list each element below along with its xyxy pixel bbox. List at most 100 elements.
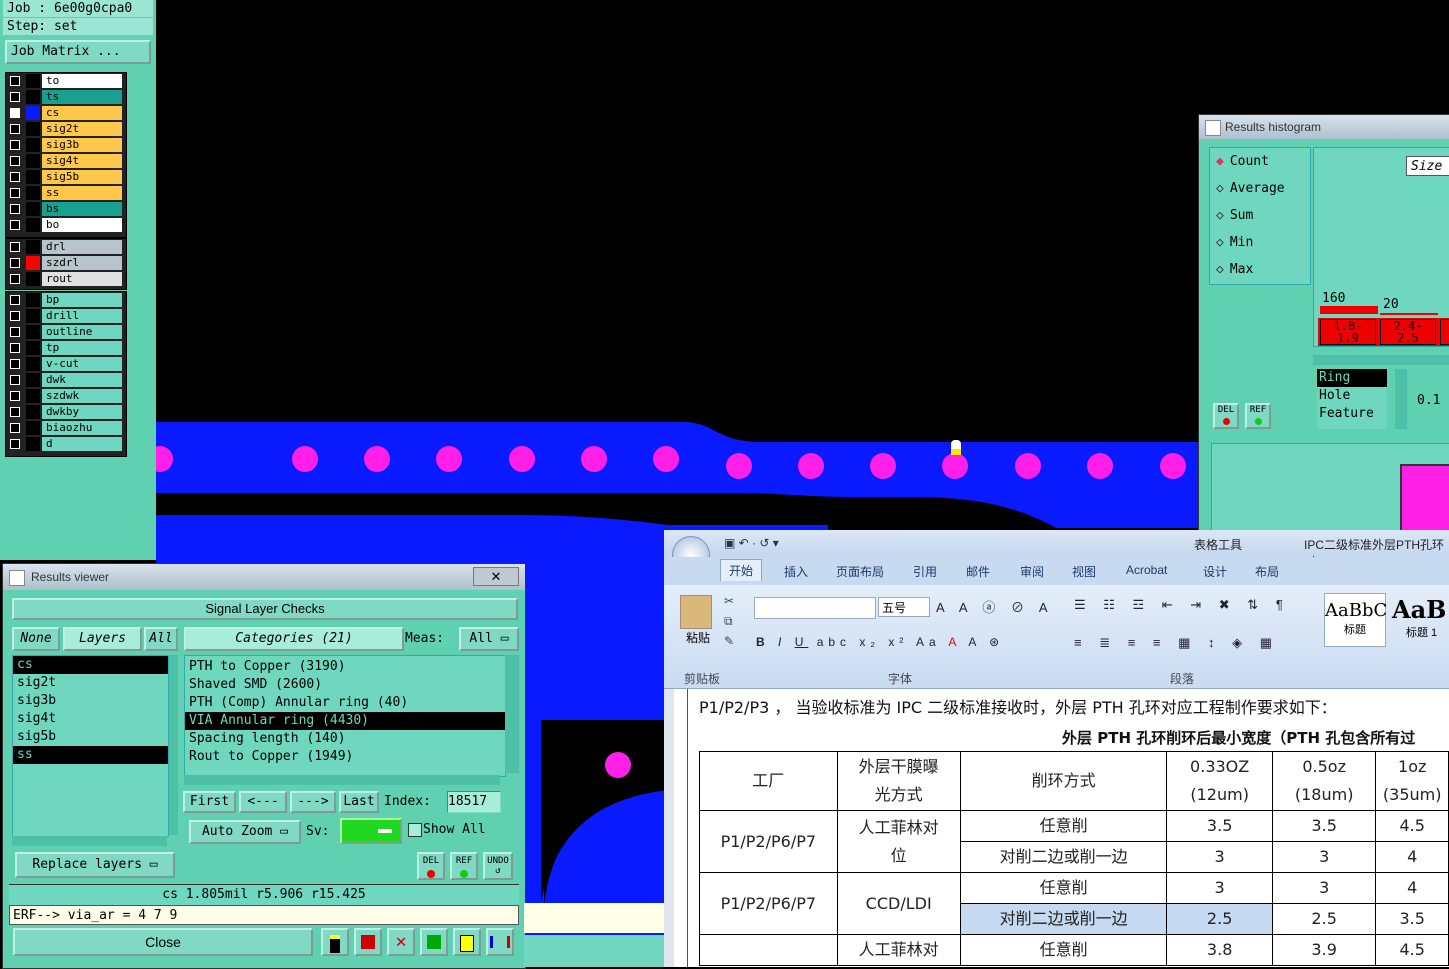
replace-layers-dropdown[interactable]: Replace layers ▭: [15, 852, 175, 878]
via-pad[interactable]: [364, 446, 390, 472]
histogram-titlebar[interactable]: Results histogram: [1199, 115, 1449, 139]
style-gallery-item-2[interactable]: AaB 标题 1: [1392, 593, 1449, 645]
layer-row[interactable]: dwkby: [6, 404, 126, 420]
via-pad[interactable]: [509, 446, 535, 472]
layer-row[interactable]: bp: [6, 292, 126, 308]
field-list-scrollbar[interactable]: [1395, 369, 1407, 429]
via-pad[interactable]: [581, 446, 607, 472]
word-titlebar[interactable]: ▣ ↶ · ↺ ▾ 表格工具 IPC二级标准外层PTH孔环对: [664, 530, 1449, 574]
layer-row[interactable]: outline: [6, 324, 126, 340]
layer-row[interactable]: szdwk: [6, 388, 126, 404]
via-pad[interactable]: [726, 453, 752, 479]
via-pad[interactable]: [1015, 453, 1041, 479]
all-button[interactable]: All: [144, 627, 178, 651]
aggregation-option[interactable]: ◇ Min: [1216, 235, 1253, 250]
category-result-item[interactable]: Spacing length (140): [185, 730, 505, 748]
next-button[interactable]: --->: [290, 791, 336, 813]
radio-icon[interactable]: ◇: [1216, 181, 1224, 196]
radio-icon[interactable]: ◆: [1216, 154, 1224, 169]
radio-icon[interactable]: ◇: [1216, 235, 1224, 250]
layer-list-hscrollbar[interactable]: [12, 836, 167, 846]
list-controls[interactable]: ☰ ☷ ☲ ⇤ ⇥ ✖ ⇅ ¶: [1074, 597, 1290, 613]
font-size-controls[interactable]: A A ⓐ ⊘ A: [936, 597, 1054, 616]
ribbon-tab[interactable]: 页面布局: [836, 563, 884, 580]
auto-zoom-dropdown[interactable]: Auto Zoom ▭: [189, 820, 301, 844]
category-result-item[interactable]: VIA Annular ring (4430): [185, 712, 505, 730]
via-pad[interactable]: [942, 453, 968, 479]
aggregation-option[interactable]: ◇ Max: [1216, 262, 1253, 277]
layer-result-item[interactable]: sig5b: [13, 728, 168, 746]
size-dropdown[interactable]: Size: [1406, 156, 1449, 176]
layer-checkbox[interactable]: [10, 92, 20, 102]
layer-checkbox[interactable]: [10, 375, 20, 385]
layer-checkbox[interactable]: [10, 242, 20, 252]
job-matrix-button[interactable]: Job Matrix ...: [5, 40, 151, 64]
ribbon-tab[interactable]: 设计: [1203, 563, 1227, 580]
layer-row[interactable]: v-cut: [6, 356, 126, 372]
layer-checkbox[interactable]: [10, 311, 20, 321]
category-result-item[interactable]: Rout to Copper (1949): [185, 748, 505, 766]
layer-checkbox[interactable]: [10, 124, 20, 134]
highlight-icon[interactable]: [354, 928, 382, 956]
category-results-list[interactable]: PTH to Copper (3190) Shaved SMD (2600) PTH…: [184, 655, 506, 777]
via-pad[interactable]: [1160, 453, 1186, 479]
quick-save-icon[interactable]: ▣ ↶ · ↺ ▾: [724, 536, 779, 550]
histogram-bar-1[interactable]: [1320, 306, 1378, 314]
ribbon-tab[interactable]: 视图: [1072, 563, 1096, 580]
layer-result-item[interactable]: cs: [13, 656, 168, 674]
layer-row[interactable]: d: [6, 436, 126, 452]
layer-checkbox[interactable]: [10, 156, 20, 166]
hist-del-button[interactable]: DEL: [1213, 403, 1239, 429]
meas-dropdown[interactable]: All ▭: [459, 627, 519, 651]
category-list-scrollbar[interactable]: [505, 655, 519, 773]
histogram-field-item[interactable]: Feature: [1317, 405, 1387, 423]
close-button[interactable]: Close: [13, 928, 313, 956]
category-list-hscrollbar[interactable]: [184, 775, 500, 785]
histogram-bin[interactable]: 2.4- 2.5: [1380, 319, 1436, 345]
lower-via-pad[interactable]: [605, 752, 631, 778]
prev-button[interactable]: <---: [239, 791, 287, 813]
layer-checkbox[interactable]: [10, 188, 20, 198]
layer-row[interactable]: rout: [6, 271, 126, 287]
layer-row[interactable]: biaozhu: [6, 420, 126, 436]
via-pad[interactable]: [1087, 453, 1113, 479]
close-icon[interactable]: ✕: [473, 567, 519, 586]
paste-icon[interactable]: [680, 595, 712, 629]
histogram-field-item[interactable]: Ring: [1317, 369, 1387, 387]
layer-result-item[interactable]: sig3b: [13, 692, 168, 710]
layer-row[interactable]: sig5b: [6, 169, 126, 185]
radio-icon[interactable]: ◇: [1216, 262, 1224, 277]
layer-checkbox[interactable]: [10, 172, 20, 182]
layer-checkbox[interactable]: [10, 108, 20, 118]
results-viewer-titlebar[interactable]: Results viewer ✕: [3, 564, 525, 590]
layer-checkbox[interactable]: [10, 439, 20, 449]
via-pad[interactable]: [870, 453, 896, 479]
style-gallery-item-1[interactable]: AaBbC 标题: [1324, 593, 1387, 647]
layer-row[interactable]: szdrl: [6, 255, 126, 271]
index-input[interactable]: 18517: [447, 791, 501, 813]
category-result-item[interactable]: PTH (Comp) Annular ring (40): [185, 694, 505, 712]
layer-row[interactable]: sig3b: [6, 137, 126, 153]
via-pad[interactable]: [292, 446, 318, 472]
via-pad[interactable]: [653, 446, 679, 472]
histogram-bar-2[interactable]: [1380, 313, 1438, 315]
none-button[interactable]: None: [12, 627, 60, 651]
font-format-controls[interactable]: B I U abc x₂ x² Aa A A ⊛: [756, 635, 1004, 649]
filter-icon[interactable]: [321, 928, 349, 956]
layer-result-item[interactable]: sig4t: [13, 710, 168, 728]
histogram-icon[interactable]: [486, 928, 514, 956]
layer-list-scrollbar[interactable]: [169, 655, 178, 835]
category-result-item[interactable]: PTH to Copper (3190): [185, 658, 505, 676]
layer-row[interactable]: tp: [6, 340, 126, 356]
font-name-input[interactable]: [754, 597, 876, 619]
ribbon-tab[interactable]: 引用: [913, 563, 937, 580]
layer-row[interactable]: sig4t: [6, 153, 126, 169]
layer-row[interactable]: to: [6, 73, 126, 89]
layer-checkbox[interactable]: [10, 391, 20, 401]
clear-icon[interactable]: ✕: [387, 928, 415, 956]
layer-row[interactable]: cs: [6, 105, 126, 121]
first-button[interactable]: First: [183, 791, 236, 813]
font-size-input[interactable]: 五号: [878, 597, 930, 617]
ref-button[interactable]: REF: [450, 852, 478, 880]
show-all-checkbox[interactable]: [408, 823, 422, 837]
